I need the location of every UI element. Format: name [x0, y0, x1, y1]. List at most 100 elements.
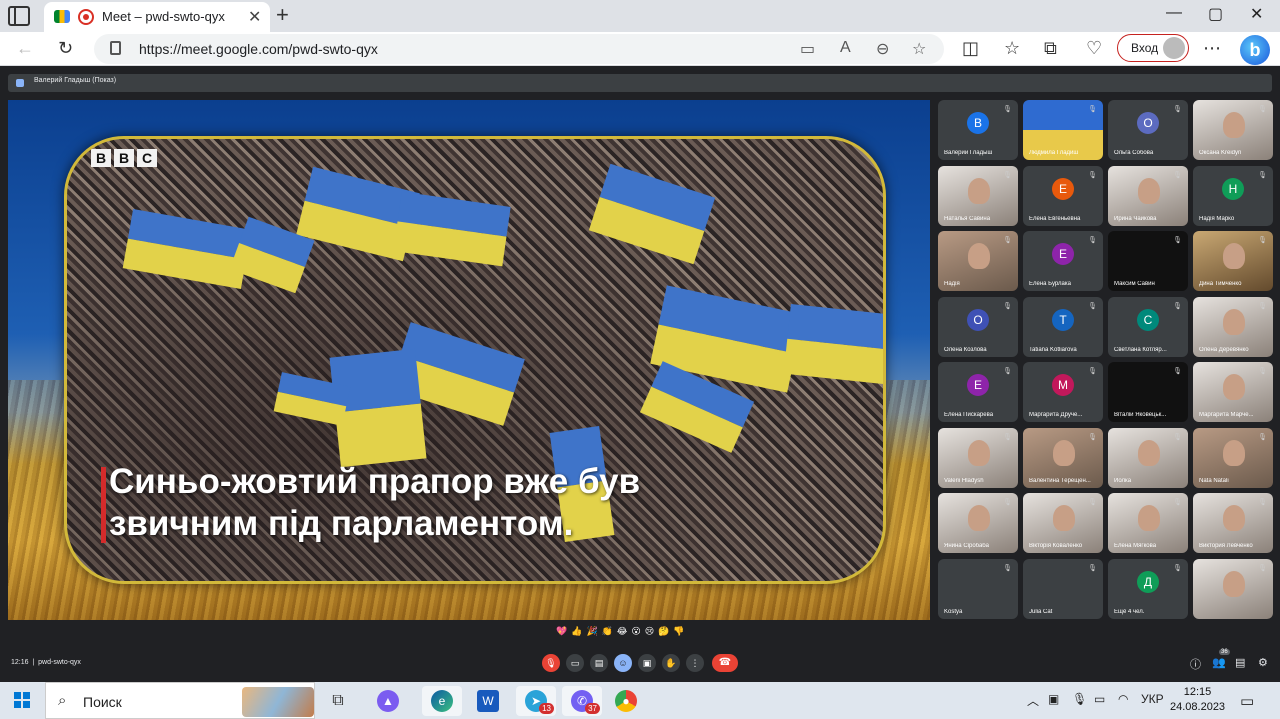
search-icon: ⌕	[58, 692, 67, 709]
participant-video	[1223, 570, 1245, 597]
address-bar[interactable]: https://meet.google.com/pwd-swto-qyx ▭ A…	[94, 34, 944, 64]
participant-tile[interactable]: Н 🎙 Надія Марко	[1193, 165, 1273, 226]
participant-tile[interactable]: В 🎙 Валерий Гладыш	[938, 100, 1018, 160]
reaction-emoji[interactable]: 😮	[631, 626, 640, 637]
participant-tile[interactable]: 🎙 Иолка	[1108, 427, 1188, 488]
zoom-icon[interactable]: ⊖	[876, 39, 889, 59]
viber-app-icon[interactable]: ✆ 37	[562, 686, 602, 716]
tray-meet-icon[interactable]: ▣	[1048, 692, 1059, 706]
task-view-icon[interactable]: ⧉	[318, 686, 358, 716]
maximize-button[interactable]: ▢	[1208, 4, 1223, 24]
search-placeholder: Поиск	[83, 694, 122, 710]
participant-tile[interactable]: 🎙 Ирина Чайкова	[1108, 165, 1188, 226]
profile-login-button[interactable]: Вход	[1117, 34, 1189, 62]
participant-name: Елена Пискарева	[944, 412, 994, 418]
favorite-star-icon[interactable]: ☆	[912, 39, 926, 59]
tab-close-button[interactable]: ✕	[248, 7, 261, 27]
reaction-emoji[interactable]: 😂	[617, 626, 628, 637]
system-clock[interactable]: 12:15 24.08.2023	[1170, 685, 1225, 715]
language-indicator[interactable]: УКР	[1141, 692, 1164, 706]
favorites-icon[interactable]: ☆	[1004, 37, 1020, 59]
participant-tile[interactable]: 🎙 Kostya	[938, 558, 1018, 619]
new-tab-button[interactable]: +	[276, 2, 289, 28]
read-aloud-icon[interactable]: A	[840, 39, 851, 57]
hang-up-button[interactable]: ☎	[712, 654, 738, 672]
tray-mic-icon[interactable]: 🎙	[1072, 692, 1087, 706]
reaction-emoji[interactable]: 👏	[602, 626, 613, 637]
participant-tile[interactable]: 🎙 Julia Cat	[1023, 558, 1103, 619]
url-text[interactable]: https://meet.google.com/pwd-swto-qyx	[139, 41, 378, 57]
windows-start-icon[interactable]	[14, 692, 30, 708]
participant-name: Людмила Гладиш	[1029, 150, 1079, 156]
participant-tile[interactable]: Д 🎙 Ещё 4 чел.	[1108, 558, 1188, 619]
collections-icon[interactable]: ⧉	[1044, 37, 1057, 59]
battery-icon[interactable]: ▭	[1094, 692, 1105, 706]
participant-tile[interactable]: С 🎙 Светлана Котляр...	[1108, 296, 1188, 357]
close-window-button[interactable]: ✕	[1250, 4, 1263, 24]
mic-off-button[interactable]: 🎙	[542, 654, 560, 672]
participant-tile[interactable]: 🎙 Елена Мягкова	[1108, 493, 1188, 553]
reaction-emoji[interactable]: 💖	[556, 626, 567, 637]
participant-tile[interactable]: 🎙 Виктория Левченко	[1193, 493, 1273, 553]
participant-tile[interactable]: М 🎙 Маргарита Друче...	[1023, 362, 1103, 422]
refresh-icon[interactable]: ↻	[58, 37, 73, 59]
participant-tile[interactable]: 🎙 Valerii Hladysh	[938, 427, 1018, 488]
participant-tile[interactable]: 🎙 Nata Natali	[1193, 427, 1273, 488]
participant-tile[interactable]: О 🎙 Ольга Собова	[1108, 100, 1188, 160]
participant-grid: В 🎙 Валерий Гладыш 🎙 Людмила Гладиш О 🎙 Ольга С…	[938, 100, 1274, 622]
participant-tile[interactable]: 🎙 Вікторія Коваленко	[1023, 493, 1103, 553]
people-icon[interactable]: 👥	[1212, 656, 1226, 669]
participant-tile[interactable]: 🎙 Олена Деревянко	[1193, 296, 1273, 357]
chrome-app-icon[interactable]: ●	[606, 686, 646, 716]
extensions-icon[interactable]: ♡	[1086, 37, 1102, 59]
participant-tile[interactable]: 🎙 Віталій Яковецьк...	[1108, 362, 1188, 422]
participant-tile[interactable]: Е 🎙 Елена Пискарева	[938, 362, 1018, 422]
bing-chat-icon[interactable]: b	[1240, 35, 1270, 65]
reaction-emoji[interactable]: 😢	[645, 626, 654, 637]
participant-tile[interactable]: T 🎙 Tatiana Kotliarova	[1023, 296, 1103, 357]
reaction-emoji[interactable]: 👎	[673, 626, 684, 637]
reactions-button[interactable]: ☺	[614, 654, 632, 672]
raise-hand-button[interactable]: ✋	[662, 654, 680, 672]
camera-button[interactable]: ▭	[566, 654, 584, 672]
camera-icon[interactable]: ▭	[800, 39, 815, 59]
app-purple-icon[interactable]: ▲	[368, 686, 408, 716]
captions-button[interactable]: ▤	[590, 654, 608, 672]
word-app-icon[interactable]: W	[468, 686, 508, 716]
participant-tile[interactable]: 🎙 Людмила Гладиш	[1023, 100, 1103, 160]
participant-tile[interactable]: Е 🎙 Елена Евгеньевна	[1023, 165, 1103, 226]
participant-tile[interactable]: Е 🎙 Елена Бурлака	[1023, 231, 1103, 291]
participant-tile[interactable]: 🎙 Маргарита Марче...	[1193, 362, 1273, 422]
more-menu-icon[interactable]: ⋯	[1203, 37, 1221, 59]
participant-tile[interactable]: 🎙 Наталья Савина	[938, 165, 1018, 226]
notifications-icon[interactable]: ▭	[1240, 692, 1254, 710]
wifi-icon[interactable]: ◠	[1118, 692, 1128, 706]
more-options-button[interactable]: ⋮	[686, 654, 704, 672]
activities-icon[interactable]: ⚙	[1258, 656, 1268, 669]
participant-tile[interactable]: 🎙 Максим Савин	[1108, 231, 1188, 291]
participant-tile[interactable]: 🎙 Надія	[938, 231, 1018, 291]
tab-actions-icon[interactable]	[8, 6, 30, 26]
participant-tile[interactable]: 🎙 Валентина Терещен...	[1023, 427, 1103, 488]
split-screen-icon[interactable]: ◫	[962, 37, 979, 59]
reaction-emoji[interactable]: 🤔	[658, 626, 669, 637]
reaction-emoji[interactable]: 🎉	[586, 626, 597, 637]
participant-tile[interactable]: 🎙 Янина Сіробаба	[938, 493, 1018, 553]
tray-chevron-icon[interactable]: ︿	[1027, 692, 1039, 709]
participant-tile[interactable]: О 🎙 Олена Козлова	[938, 296, 1018, 357]
taskbar-search[interactable]: ⌕ Поиск	[45, 682, 315, 719]
minimize-button[interactable]: —	[1166, 4, 1182, 22]
edge-app-icon[interactable]: e	[422, 686, 462, 716]
info-icon[interactable]: ⓘ	[1190, 656, 1201, 672]
back-arrow-icon[interactable]: ←	[16, 37, 34, 59]
reaction-emoji[interactable]: 👍	[571, 626, 582, 637]
tab-meet[interactable]: Meet – pwd-swto-qyx ✕	[44, 2, 270, 32]
participant-tile[interactable]: 🎙	[1193, 558, 1273, 619]
presentation-stage[interactable]: BBC Синьо-жовтий прапор вже був звичним …	[8, 100, 930, 620]
participant-tile[interactable]: 🎙 Дина Тимченко	[1193, 231, 1273, 291]
present-button[interactable]: ▣	[638, 654, 656, 672]
lock-icon[interactable]	[110, 41, 121, 55]
participant-tile[interactable]: 🎙 Оксана Kreidyn	[1193, 100, 1273, 160]
telegram-app-icon[interactable]: ➤ 13	[516, 686, 556, 716]
chat-icon[interactable]: ▤	[1235, 656, 1245, 669]
